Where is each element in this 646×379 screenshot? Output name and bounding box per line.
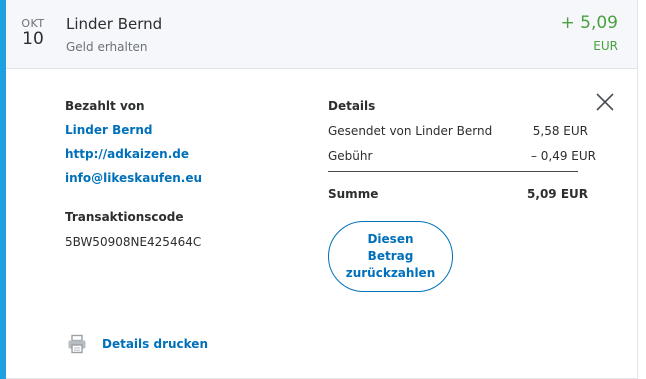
payer-email-link[interactable]: info@likeskaufen.eu [65,171,202,185]
fee-value: – 0,49 EUR [530,149,596,163]
transaction-code-value: 5BW50908NE425464C [65,235,202,249]
transaction-amount: + 5,09 [560,13,619,33]
refund-button[interactable]: Diesen Betrag zurückzahlen [328,221,453,292]
details-heading: Details [328,99,376,113]
print-details-link[interactable]: Details drucken [102,337,208,351]
close-icon[interactable] [593,90,617,114]
sent-from-label: Gesendet von Linder Bernd [328,124,493,138]
selected-accent-bar [0,0,6,379]
payer-website-link[interactable]: http://adkaizen.de [65,147,189,161]
fee-label: Gebühr [328,149,373,163]
paid-by-heading: Bezahlt von [65,99,145,113]
sent-from-value: 5,58 EUR [532,124,588,138]
payer-name-link[interactable]: Linder Bernd [65,123,152,137]
transaction-date: OKT 10 [17,17,49,49]
counterparty-name: Linder Bernd [66,15,163,33]
transaction-type: Geld erhalten [66,40,148,54]
transaction-currency: EUR [593,39,618,53]
printer-icon[interactable] [67,334,87,354]
details-divider [328,171,578,172]
transaction-header[interactable]: OKT 10 Linder Bernd Geld erhalten + 5,09… [0,0,637,69]
date-day: 10 [22,29,44,49]
transaction-code-heading: Transaktionscode [65,210,184,224]
total-value: 5,09 EUR [527,187,588,201]
total-label: Summe [328,187,379,201]
